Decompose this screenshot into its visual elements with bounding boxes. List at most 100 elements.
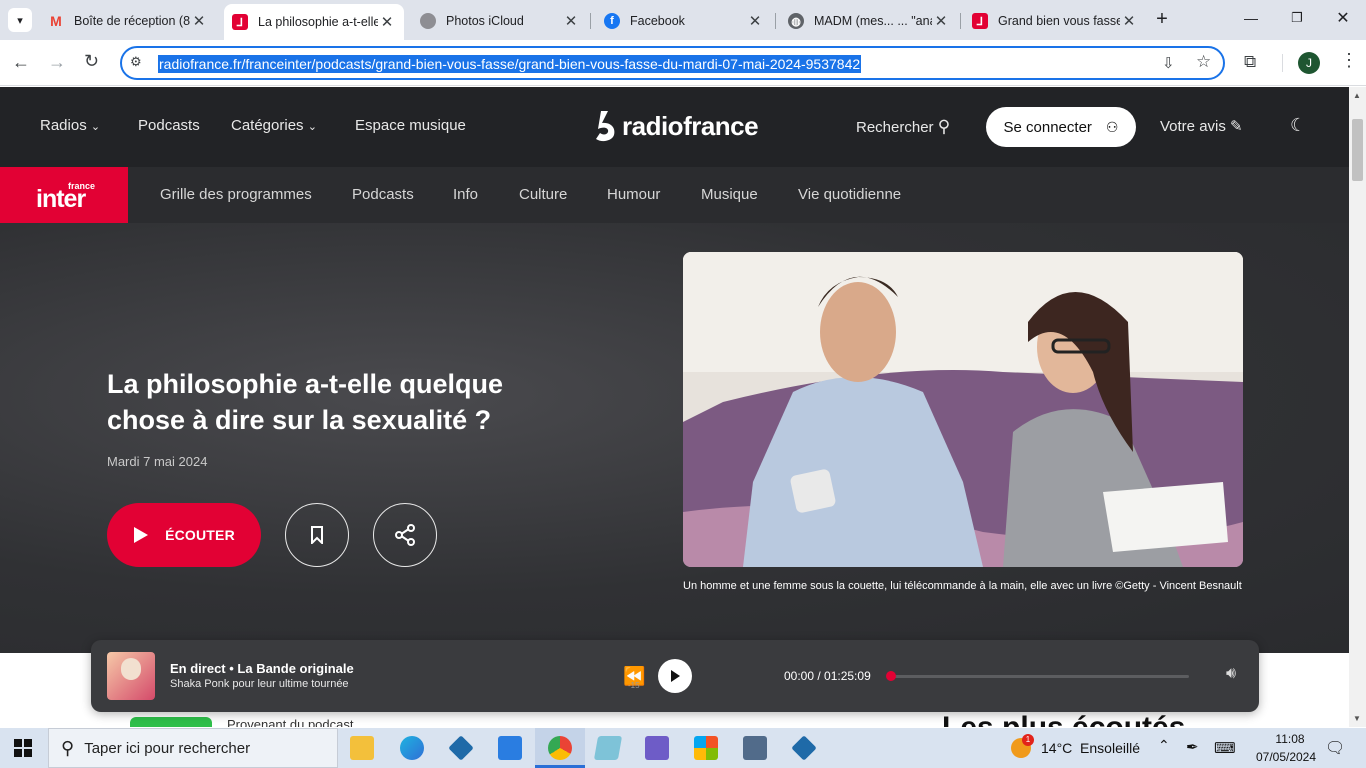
play-icon [134,527,149,543]
close-tab-icon[interactable]: ✕ [746,12,764,30]
bookmark-star-icon[interactable]: ☆ [1196,52,1211,72]
web-page: Radios ⌄ Podcasts Catégories ⌄ Espace mu… [0,87,1349,727]
keyboard-icon[interactable]: ⌨ [1214,739,1236,757]
chrome-icon [548,736,572,760]
file-explorer-icon[interactable] [350,736,374,760]
login-button[interactable]: Se connecter ⚇ [986,107,1136,147]
subnav-musique[interactable]: Musique [701,186,758,203]
store-icon[interactable] [694,736,718,760]
profile-avatar[interactable]: J [1298,52,1320,74]
close-window-button[interactable]: ✕ [1328,8,1358,28]
nav-podcasts[interactable]: Podcasts [138,117,200,134]
close-tab-icon[interactable]: ✕ [562,12,580,30]
address-bar[interactable]: ⚙ radiofrance.fr/franceinter/podcasts/gr… [120,46,1225,80]
live-subtitle: Shaka Ponk pour leur ultime tournée [170,678,349,690]
site-settings-icon[interactable]: ⚙ [130,54,142,70]
menu-kebab-icon[interactable]: ⋮ [1340,50,1358,71]
france-inter-logo[interactable]: france inter [0,167,128,223]
progress-knob[interactable] [886,671,896,681]
search-icon: ⚲ [937,117,951,136]
subnav-vie-quotidienne[interactable]: Vie quotidienne [798,186,901,203]
page-scrollbar[interactable]: ▲ ▼ [1349,87,1366,727]
back-icon[interactable]: ← [12,52,30,73]
subnav-grille[interactable]: Grille des programmes [160,186,312,203]
edge-icon[interactable] [400,736,424,760]
show-thumbnail[interactable] [107,652,155,700]
close-tab-icon[interactable]: ✕ [932,12,950,30]
notification-center-icon[interactable]: 🗨︎ [1325,738,1345,758]
radiofrance-logo[interactable]: radiofrance [590,109,759,143]
tab-gmail[interactable]: M Boîte de réception (8 ✕ [42,6,214,36]
listen-button[interactable]: ÉCOUTER [107,503,261,567]
facebook-icon: f [604,13,620,29]
tab-philosophie[interactable]: ⅃ La philosophie a-t-elle ✕ [224,4,404,40]
install-app-icon[interactable]: ⇩ [1162,54,1175,72]
playback-time: 00:00 / 01:25:09 [784,669,871,683]
subnav-humour[interactable]: Humour [607,186,660,203]
extensions-icon[interactable]: ⧉ [1244,52,1256,72]
close-tab-icon[interactable]: ✕ [1120,12,1138,30]
pen-icon[interactable]: ✒ [1186,738,1199,756]
tray-chevron-up-icon[interactable]: ⌃ [1158,737,1170,754]
progress-track[interactable] [886,671,1189,681]
volume-icon[interactable]: 🔊︎ [1226,665,1236,683]
close-tab-icon[interactable]: ✕ [378,13,396,31]
gmail-icon: M [50,13,62,29]
windows-start-icon[interactable] [14,739,32,757]
bookmark-icon [311,526,323,544]
episode-photo [683,252,1243,567]
url-text[interactable]: radiofrance.fr/franceinter/podcasts/gran… [158,55,862,73]
taskbar-chrome-active[interactable] [535,728,585,768]
scroll-up-icon[interactable]: ▲ [1353,91,1361,100]
windows-taskbar: ⚲ Taper ici pour rechercher 1 14°C Ensol… [0,728,1366,768]
weather-text[interactable]: 14°C Ensoleillé [1041,740,1140,756]
search-icon: ⚲ [61,737,75,758]
nav-radios[interactable]: Radios ⌄ [40,117,100,134]
podcast-thumbnail[interactable] [130,717,212,727]
tab-madm[interactable]: ◍ MADM (mes... ... "ana ✕ [780,6,958,36]
taskbar-search-box[interactable]: ⚲ Taper ici pour rechercher [48,728,338,768]
browser-toolbar: ← → ↻ ⚙ radiofrance.fr/franceinter/podca… [0,40,1366,86]
clock-time[interactable]: 11:08 [1266,732,1314,746]
restore-button[interactable]: ❐ [1282,10,1312,30]
mail-icon[interactable] [498,736,522,760]
clock-date[interactable]: 07/05/2024 [1246,750,1326,764]
live-title: En direct • La Bande originale [170,661,354,676]
globe-icon: ◍ [788,13,804,29]
forward-icon[interactable]: → [48,52,66,73]
search-link[interactable]: Rechercher ⚲ [856,117,950,137]
radiofrance-header: Radios ⌄ Podcasts Catégories ⌄ Espace mu… [0,87,1349,167]
app-icon[interactable] [791,735,817,761]
radiofrance-icon: ⅃ [232,14,248,30]
notes-icon[interactable] [593,736,623,760]
new-tab-button[interactable]: + [1150,8,1174,32]
subnav-podcasts[interactable]: Podcasts [352,186,414,203]
episode-title: La philosophie a-t-elle quelque chose à … [107,369,504,435]
tab-facebook[interactable]: f Facebook ✕ [596,6,772,36]
scrollbar-thumb[interactable] [1352,119,1363,181]
player-play-button[interactable] [658,659,692,693]
minimize-button[interactable]: — [1236,10,1266,30]
subnav-info[interactable]: Info [453,186,478,203]
reload-icon[interactable]: ↻ [84,51,99,72]
user-icon: ⚇ [1105,118,1119,135]
dark-mode-moon-icon[interactable]: ☾ [1290,115,1306,136]
apple-icon [420,13,436,29]
share-button[interactable] [373,503,437,567]
nav-espace-musique[interactable]: Espace musique [355,117,466,134]
feedback-link[interactable]: Votre avis ✎ [1160,117,1243,135]
most-listened-heading: Les plus écoutés [942,711,1185,727]
share-icon [395,524,415,546]
tab-search-button[interactable]: ▾ [8,8,32,32]
app-icon[interactable] [645,736,669,760]
tab-icloud-photos[interactable]: Photos iCloud ✕ [412,6,588,36]
subnav-culture[interactable]: Culture [519,186,567,203]
tab-grand-bien-vous-fasse[interactable]: ⅃ Grand bien vous fasse ✕ [964,6,1146,36]
nav-categories[interactable]: Catégories ⌄ [231,117,317,134]
close-tab-icon[interactable]: ✕ [190,12,208,30]
app-icon[interactable] [448,735,474,761]
scroll-down-icon[interactable]: ▼ [1353,714,1361,723]
app-icon[interactable] [743,736,767,760]
radiofrance-icon: ⅃ [972,13,988,29]
bookmark-button[interactable] [285,503,349,567]
